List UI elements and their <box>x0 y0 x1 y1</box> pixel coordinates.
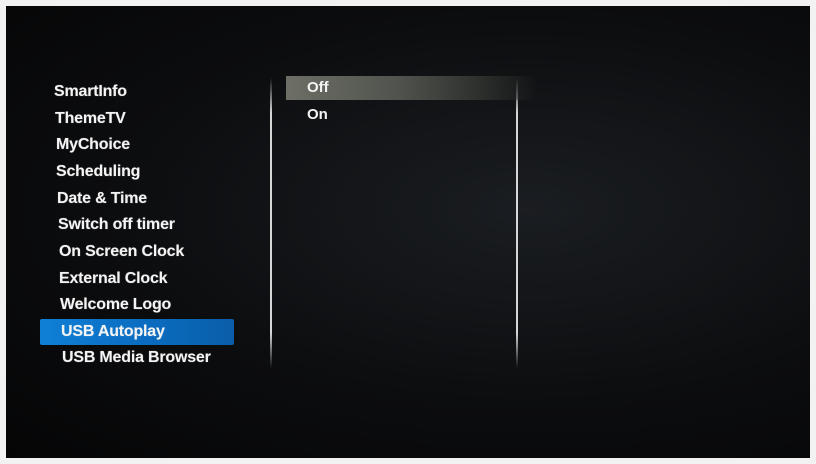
menu-item-mychoice[interactable]: MyChoice <box>56 132 130 158</box>
menu-item-scheduling[interactable]: Scheduling <box>56 159 140 185</box>
option-off[interactable]: Off <box>286 76 537 100</box>
menu-item-date-time[interactable]: Date & Time <box>57 186 147 212</box>
option-on[interactable]: On <box>286 103 537 127</box>
tv-screen: SmartInfo ThemeTV MyChoice Scheduling Da… <box>6 6 810 458</box>
menu-item-usb-autoplay[interactable]: USB Autoplay <box>40 319 234 345</box>
menu-item-on-screen-clock[interactable]: On Screen Clock <box>59 239 184 265</box>
settings-menu: SmartInfo ThemeTV MyChoice Scheduling Da… <box>6 6 276 458</box>
left-divider <box>270 78 272 368</box>
menu-item-smartinfo[interactable]: SmartInfo <box>54 79 127 105</box>
menu-item-usb-media-browser[interactable]: USB Media Browser <box>62 345 211 371</box>
menu-item-themetv[interactable]: ThemeTV <box>55 106 126 132</box>
menu-item-welcome-logo[interactable]: Welcome Logo <box>60 292 171 318</box>
menu-item-switch-off-timer[interactable]: Switch off timer <box>58 212 175 238</box>
menu-item-external-clock[interactable]: External Clock <box>59 266 168 292</box>
